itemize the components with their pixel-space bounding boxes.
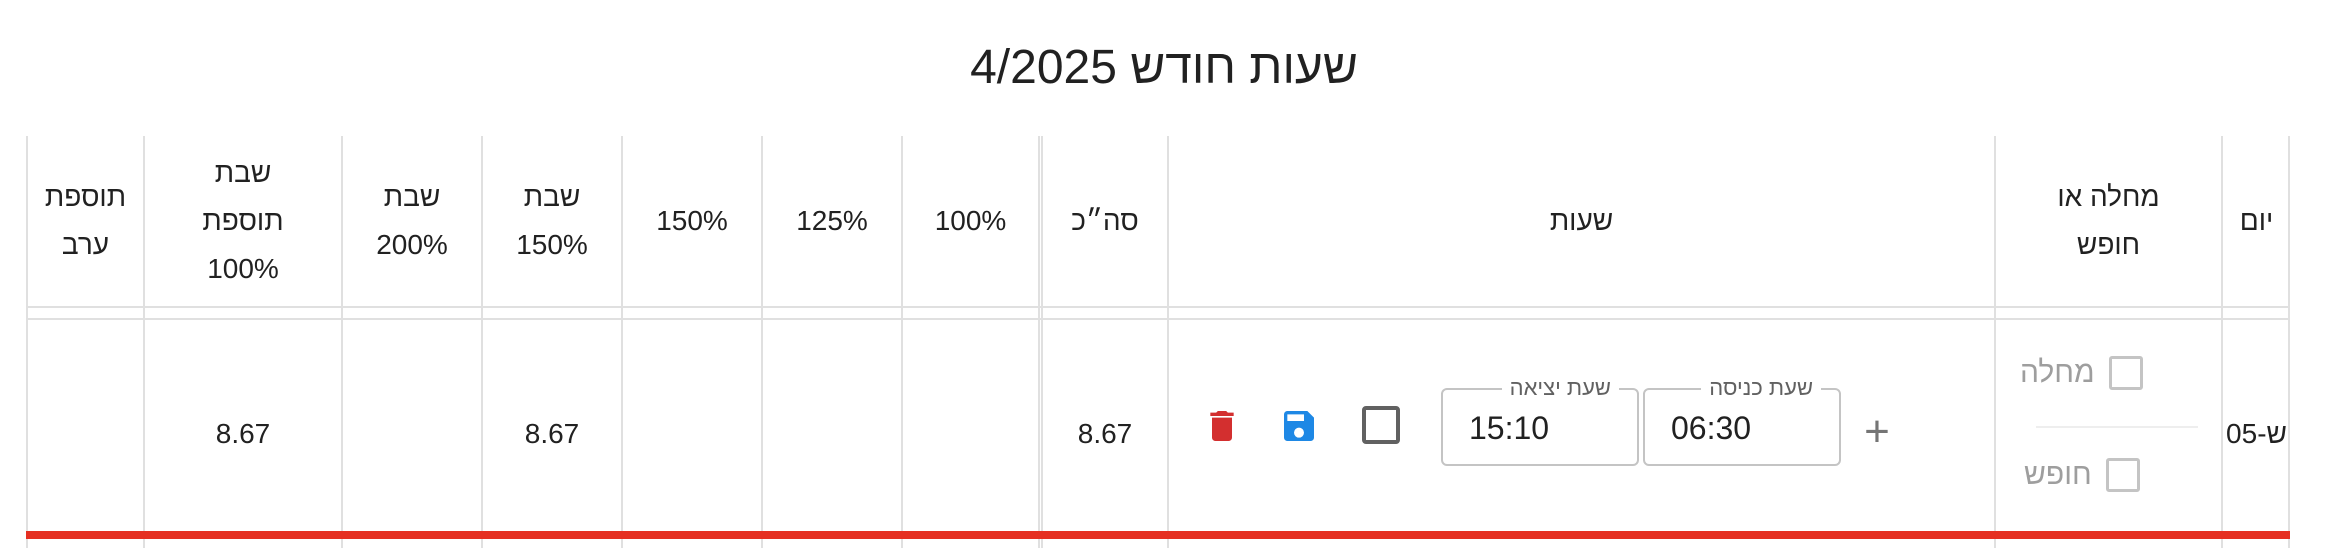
header-leave: מחלה או חופש: [2057, 181, 2160, 260]
header-day: יום: [2239, 205, 2274, 236]
header-shabbat-200: שבת 200%: [376, 181, 448, 260]
entry-time-field[interactable]: שעת כניסה 06:30: [1643, 376, 1841, 466]
row-total: 8.67: [1077, 418, 1133, 449]
sick-label: מחלה: [2020, 356, 2095, 389]
row-150: [623, 320, 761, 548]
row-shabbat-extra-100: 8.67: [215, 418, 271, 449]
row-125: [763, 320, 901, 548]
leave-divider: [2036, 426, 2198, 428]
exit-time-field[interactable]: שעת יציאה 15:10: [1441, 376, 1639, 466]
header-divider: [26, 306, 2290, 308]
hours-table: יום מחלה או חופש שעות סה״כ 100% 125% 150…: [26, 136, 2290, 548]
header-100: 100%: [934, 205, 1007, 236]
row-evening-extra: [28, 320, 143, 548]
trash-icon[interactable]: [1202, 406, 1242, 446]
col-line: [1038, 136, 1040, 548]
vacation-checkbox-row[interactable]: חופש: [2024, 458, 2140, 492]
sick-checkbox-row[interactable]: מחלה: [2020, 356, 2143, 390]
header-shabbat-150: שבת 150%: [516, 181, 588, 260]
header-shabbat-extra-100: שבת תוספת 100%: [202, 157, 284, 284]
floppy-disk-icon[interactable]: [1279, 406, 1319, 446]
add-shift-icon[interactable]: +: [1855, 410, 1899, 454]
row-shabbat-200: [343, 320, 481, 548]
header-hours: שעות: [1549, 205, 1614, 236]
entry-time-value[interactable]: 06:30: [1671, 408, 1751, 448]
row-day: ש-05: [2226, 418, 2287, 449]
sick-checkbox[interactable]: [2108, 356, 2143, 390]
exit-time-label: שעת יציאה: [1501, 376, 1619, 400]
row-shabbat-150: 8.67: [524, 418, 580, 449]
vacation-label: חופש: [2024, 458, 2092, 491]
header-evening-extra: תוספת ערב: [44, 181, 127, 260]
exit-time-value[interactable]: 15:10: [1469, 408, 1549, 448]
header-150: 150%: [656, 205, 728, 236]
header-total: סה״כ: [1071, 205, 1139, 236]
header-125: 125%: [796, 205, 868, 236]
vacation-checkbox[interactable]: [2105, 458, 2140, 492]
page-title: שעות חודש 4/2025: [970, 41, 1358, 94]
row-select-checkbox[interactable]: [1362, 406, 1400, 444]
row-100: [903, 320, 1038, 548]
entry-time-label: שעת כניסה: [1701, 376, 1821, 400]
row-highlight-line: [26, 531, 2290, 539]
